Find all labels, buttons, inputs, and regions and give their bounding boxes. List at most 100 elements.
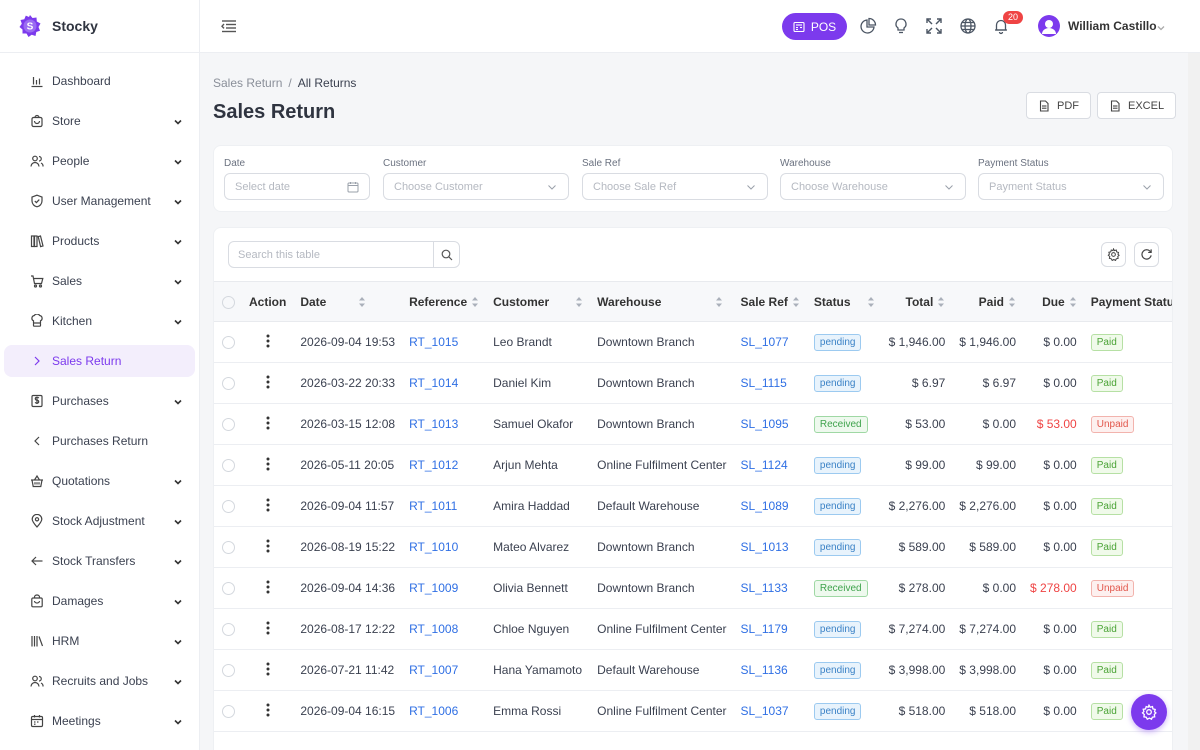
fullscreen-icon[interactable] xyxy=(925,17,943,35)
sidebar-item-sales[interactable]: Sales xyxy=(4,261,195,301)
sidebar-item-people[interactable]: People xyxy=(4,141,195,181)
row-checkbox[interactable] xyxy=(222,336,235,350)
sidebar-item-stock-adjustment[interactable]: Stock Adjustment xyxy=(4,501,195,541)
col-customer[interactable]: Customer xyxy=(486,281,591,322)
kebab-menu-icon[interactable] xyxy=(266,498,270,512)
search-input[interactable] xyxy=(229,242,433,267)
reference-link[interactable]: RT_1009 xyxy=(409,581,458,595)
sidebar-item-stock-transfers[interactable]: Stock Transfers xyxy=(4,541,195,581)
row-checkbox[interactable] xyxy=(222,705,235,719)
kebab-menu-icon[interactable] xyxy=(266,334,270,348)
col-reference[interactable]: Reference xyxy=(402,281,487,322)
sidebar-item-kitchen[interactable]: Kitchen xyxy=(4,301,195,341)
col-sale-ref[interactable]: Sale Ref xyxy=(733,281,807,322)
row-checkbox[interactable] xyxy=(222,418,235,432)
row-action-cell xyxy=(242,404,293,445)
kebab-menu-icon[interactable] xyxy=(266,662,270,676)
sidebar-item-damages[interactable]: Damages xyxy=(4,581,195,621)
kebab-menu-icon[interactable] xyxy=(266,621,270,635)
reference-cell: RT_1015 xyxy=(402,322,486,363)
sidebar-item-recruits-and-jobs[interactable]: Recruits and Jobs xyxy=(4,661,195,701)
kebab-menu-icon[interactable] xyxy=(266,416,270,430)
page-scrollbar[interactable] xyxy=(1188,53,1200,750)
search-button[interactable] xyxy=(433,242,459,267)
sidebar-item-user-management[interactable]: User Management xyxy=(4,181,195,221)
sale-ref-link[interactable]: SL_1095 xyxy=(741,417,789,431)
col-date[interactable]: Date xyxy=(293,281,403,322)
table-settings-button[interactable] xyxy=(1101,242,1126,267)
chevron-down-icon[interactable] xyxy=(1156,22,1166,32)
notification-badge: 20 xyxy=(1003,11,1024,24)
col-paid[interactable]: Paid xyxy=(952,281,1024,322)
sidebar-item-quotations[interactable]: Quotations xyxy=(4,461,195,501)
sale-ref-link[interactable]: SL_1133 xyxy=(741,581,788,595)
reference-link[interactable]: RT_1014 xyxy=(409,376,458,390)
col-due[interactable]: Due xyxy=(1023,281,1084,322)
reference-link[interactable]: RT_1010 xyxy=(409,540,458,554)
row-checkbox[interactable] xyxy=(222,500,235,514)
pdf-button[interactable]: PDF xyxy=(1026,92,1091,119)
sale-ref-link[interactable]: SL_1124 xyxy=(741,458,788,472)
kebab-menu-icon[interactable] xyxy=(266,457,270,471)
kebab-menu-icon[interactable] xyxy=(266,539,270,553)
sale-ref-link[interactable]: SL_1136 xyxy=(741,663,788,677)
reference-link[interactable]: RT_1006 xyxy=(409,704,458,718)
sale-ref-link[interactable]: SL_1089 xyxy=(741,499,789,513)
pos-button[interactable]: POS xyxy=(782,13,847,40)
row-checkbox[interactable] xyxy=(222,623,235,637)
date-filter-input[interactable]: Select date xyxy=(224,173,370,200)
col-payment-status[interactable]: Payment Status xyxy=(1083,281,1172,322)
col-warehouse[interactable]: Warehouse xyxy=(590,281,734,322)
sidebar-item-meetings[interactable]: Meetings xyxy=(4,701,195,741)
col-status[interactable]: Status xyxy=(806,281,882,322)
row-checkbox[interactable] xyxy=(222,664,235,678)
sidebar-item-dashboard[interactable]: Dashboard xyxy=(4,61,195,101)
avatar[interactable] xyxy=(1038,15,1060,37)
pie-chart-icon[interactable] xyxy=(859,17,877,35)
col-total[interactable]: Total xyxy=(881,281,953,322)
kebab-menu-icon[interactable] xyxy=(266,375,270,389)
refresh-button[interactable] xyxy=(1134,242,1159,267)
globe-icon[interactable] xyxy=(959,17,977,35)
sidebar-item-products[interactable]: Products xyxy=(4,221,195,261)
payment-status-select[interactable]: Payment Status xyxy=(978,173,1164,200)
sale-ref-link[interactable]: SL_1037 xyxy=(741,704,789,718)
select-all-checkbox[interactable] xyxy=(222,295,235,309)
menu-toggle-icon[interactable] xyxy=(220,17,238,35)
date-value: 2026-09-04 14:36 xyxy=(300,581,396,595)
row-checkbox[interactable] xyxy=(222,541,235,555)
sale-ref-link[interactable]: SL_1179 xyxy=(741,622,788,636)
table-row: 2026-09-04 14:36 RT_1009 Olivia Bennett Dow… xyxy=(214,568,1172,609)
kebab-menu-icon[interactable] xyxy=(266,580,270,594)
reference-link[interactable]: RT_1015 xyxy=(409,335,458,349)
sidebar-item-purchases[interactable]: Purchases xyxy=(4,381,195,421)
brand[interactable]: S Stocky xyxy=(0,0,199,53)
reference-link[interactable]: RT_1013 xyxy=(409,417,458,431)
row-checkbox[interactable] xyxy=(222,459,235,473)
reference-link[interactable]: RT_1012 xyxy=(409,458,458,472)
sidebar-item-marketing[interactable]: Marketing xyxy=(4,741,195,750)
sale-ref-link[interactable]: SL_1115 xyxy=(741,376,787,390)
row-checkbox[interactable] xyxy=(222,582,235,596)
excel-button[interactable]: EXCEL xyxy=(1097,92,1177,119)
user-name[interactable]: William Castillo xyxy=(1068,19,1157,33)
payment-status-cell: Paid xyxy=(1084,363,1172,404)
reference-link[interactable]: RT_1011 xyxy=(409,499,457,513)
warehouse-select[interactable]: Choose Warehouse xyxy=(780,173,966,200)
kebab-menu-icon[interactable] xyxy=(266,703,270,717)
breadcrumb-parent[interactable]: Sales Return xyxy=(213,76,282,90)
sale-ref-select[interactable]: Choose Sale Ref xyxy=(582,173,768,200)
sidebar-item-sales-return[interactable]: Sales Return xyxy=(4,345,195,377)
sale-ref-link[interactable]: SL_1013 xyxy=(741,540,789,554)
sale-ref-link[interactable]: SL_1077 xyxy=(741,335,789,349)
settings-fab[interactable] xyxy=(1131,694,1167,730)
reference-link[interactable]: RT_1007 xyxy=(409,663,458,677)
customer-select[interactable]: Choose Customer xyxy=(383,173,569,200)
row-checkbox[interactable] xyxy=(222,377,235,391)
sidebar-item-hrm[interactable]: HRM xyxy=(4,621,195,661)
sidebar-item-purchases-return[interactable]: Purchases Return xyxy=(4,421,195,461)
breadcrumb-current: All Returns xyxy=(297,76,357,90)
lightbulb-icon[interactable] xyxy=(892,17,910,35)
reference-link[interactable]: RT_1008 xyxy=(409,622,458,636)
sidebar-item-store[interactable]: Store xyxy=(4,101,195,141)
